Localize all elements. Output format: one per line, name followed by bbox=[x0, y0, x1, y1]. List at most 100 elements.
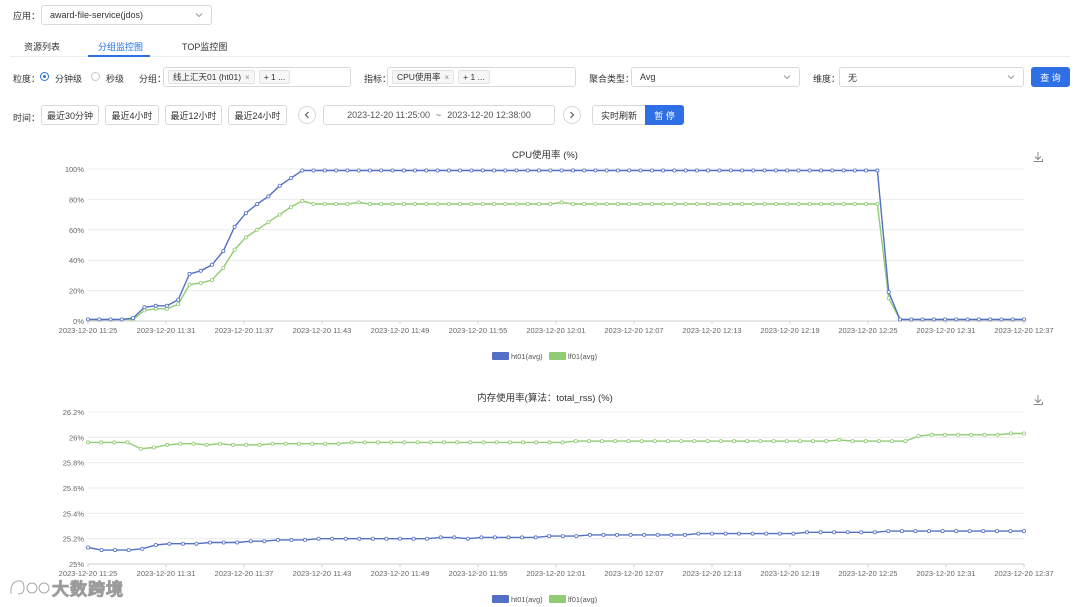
dimension-select[interactable]: 无 bbox=[839, 67, 1024, 87]
x-tick-label: 2023-12-20 11:43 bbox=[293, 326, 352, 335]
quick-24h-button[interactable]: 最近24小时 bbox=[228, 105, 287, 125]
data-point bbox=[153, 303, 158, 308]
granularity-minute-label[interactable]: 分钟级 bbox=[55, 72, 82, 85]
data-point bbox=[999, 317, 1004, 322]
data-point bbox=[750, 531, 755, 536]
x-tick-label: 2023-12-20 12:07 bbox=[604, 569, 663, 578]
realtime-refresh-button[interactable]: 实时刷新 bbox=[592, 105, 646, 125]
group-tag[interactable]: 线上汇天01 (ht01) × bbox=[168, 70, 255, 84]
memory-usage-chart: 内存使用率(算法：total_rss) (%) 25% 25.2% 25.4% 25.… bbox=[59, 392, 1054, 604]
data-point bbox=[334, 202, 339, 207]
prev-range-button[interactable] bbox=[298, 106, 316, 124]
data-point bbox=[379, 202, 384, 207]
app-label: 应用： bbox=[13, 11, 41, 21]
granularity-second-label[interactable]: 秒级 bbox=[106, 72, 124, 85]
legend-label-lf01[interactable]: lf01(avg) bbox=[568, 595, 598, 604]
data-point bbox=[330, 536, 335, 541]
data-point bbox=[872, 530, 877, 535]
download-icon[interactable] bbox=[1033, 395, 1043, 405]
data-point bbox=[503, 202, 508, 207]
data-point bbox=[86, 545, 91, 550]
next-range-button[interactable] bbox=[563, 106, 581, 124]
legend-label-ht01[interactable]: ht01(avg) bbox=[511, 352, 543, 361]
data-point bbox=[841, 202, 846, 207]
data-point bbox=[425, 536, 430, 541]
agg-label: 聚合类型： bbox=[589, 74, 635, 84]
data-point bbox=[560, 440, 565, 445]
pause-button[interactable]: 暂 停 bbox=[645, 105, 684, 125]
granularity-minute-radio[interactable] bbox=[40, 72, 49, 81]
data-point bbox=[469, 168, 474, 173]
data-point bbox=[537, 168, 542, 173]
metric-tag[interactable]: CPU使用率 × bbox=[392, 70, 455, 84]
data-point bbox=[639, 439, 644, 444]
data-point bbox=[1008, 431, 1013, 436]
y-tick-label: 25.4% bbox=[63, 509, 85, 518]
data-point bbox=[520, 535, 525, 540]
legend-label-lf01[interactable]: lf01(avg) bbox=[568, 352, 598, 361]
data-point bbox=[277, 183, 282, 188]
chevron-down-icon bbox=[783, 75, 791, 80]
quick-30min-button[interactable]: 最近30分钟 bbox=[41, 105, 99, 125]
data-point bbox=[988, 317, 993, 322]
series-line-lf01 bbox=[88, 432, 1024, 450]
data-point bbox=[537, 202, 542, 207]
data-point bbox=[661, 202, 666, 207]
legend-swatch-lf01[interactable] bbox=[549, 352, 566, 360]
data-point bbox=[514, 202, 519, 207]
data-point bbox=[728, 202, 733, 207]
data-point bbox=[548, 168, 553, 173]
group-select[interactable]: 线上汇天01 (ht01) × + 1 ... bbox=[163, 67, 351, 87]
range-start[interactable]: 2023-12-20 11:25:00 bbox=[347, 110, 430, 120]
quick-4h-button[interactable]: 最近4小时 bbox=[105, 105, 159, 125]
close-icon[interactable]: × bbox=[444, 73, 449, 82]
date-range-picker[interactable]: 2023-12-20 11:25:00 ~ 2023-12-20 12:38:0… bbox=[323, 105, 555, 125]
app-select[interactable]: award-file-service(jdos) bbox=[41, 5, 212, 25]
x-tick-label: 2023-12-20 11:31 bbox=[137, 569, 196, 578]
query-button[interactable]: 查 询 bbox=[1031, 67, 1070, 87]
data-point bbox=[1022, 431, 1027, 436]
data-point bbox=[807, 168, 812, 173]
data-point bbox=[723, 531, 728, 536]
data-point bbox=[929, 432, 934, 437]
data-point bbox=[191, 441, 196, 446]
data-point bbox=[669, 532, 674, 537]
tab-group-monitor[interactable]: 分组监控图 bbox=[98, 40, 143, 53]
data-point bbox=[582, 168, 587, 173]
download-icon[interactable] bbox=[1033, 152, 1043, 162]
metric-select[interactable]: CPU使用率 × + 1 ... bbox=[387, 67, 576, 87]
granularity-second-radio[interactable] bbox=[91, 72, 100, 81]
data-point bbox=[390, 168, 395, 173]
data-point bbox=[142, 305, 147, 310]
legend-swatch-lf01[interactable] bbox=[549, 595, 566, 603]
legend-swatch-ht01[interactable] bbox=[492, 595, 509, 603]
agg-select[interactable]: Avg bbox=[631, 67, 800, 87]
data-point bbox=[706, 202, 711, 207]
tab-resource-list[interactable]: 资源列表 bbox=[24, 40, 60, 53]
data-point bbox=[638, 168, 643, 173]
data-point bbox=[875, 168, 880, 173]
range-end[interactable]: 2023-12-20 12:38:00 bbox=[447, 110, 531, 120]
data-point bbox=[954, 529, 959, 534]
data-point bbox=[982, 432, 987, 437]
data-point bbox=[916, 434, 921, 439]
data-point bbox=[402, 440, 407, 445]
data-point bbox=[167, 541, 172, 546]
data-point bbox=[217, 441, 222, 446]
data-point bbox=[807, 202, 812, 207]
data-point bbox=[638, 202, 643, 207]
data-point bbox=[909, 317, 914, 322]
y-tick-label: 20% bbox=[69, 287, 84, 296]
data-point bbox=[316, 536, 321, 541]
tab-top-monitor[interactable]: TOP监控图 bbox=[182, 40, 227, 53]
close-icon[interactable]: × bbox=[245, 73, 250, 82]
legend-swatch-ht01[interactable] bbox=[492, 352, 509, 360]
legend-label-ht01[interactable]: ht01(avg) bbox=[511, 595, 543, 604]
quick-12h-button[interactable]: 最近12小时 bbox=[165, 105, 222, 125]
data-point bbox=[672, 168, 677, 173]
y-tick-label: 26.2% bbox=[63, 408, 85, 417]
data-point bbox=[311, 202, 316, 207]
data-point bbox=[1008, 529, 1013, 534]
watermark-mark-icon bbox=[9, 579, 51, 595]
data-point bbox=[119, 317, 124, 322]
